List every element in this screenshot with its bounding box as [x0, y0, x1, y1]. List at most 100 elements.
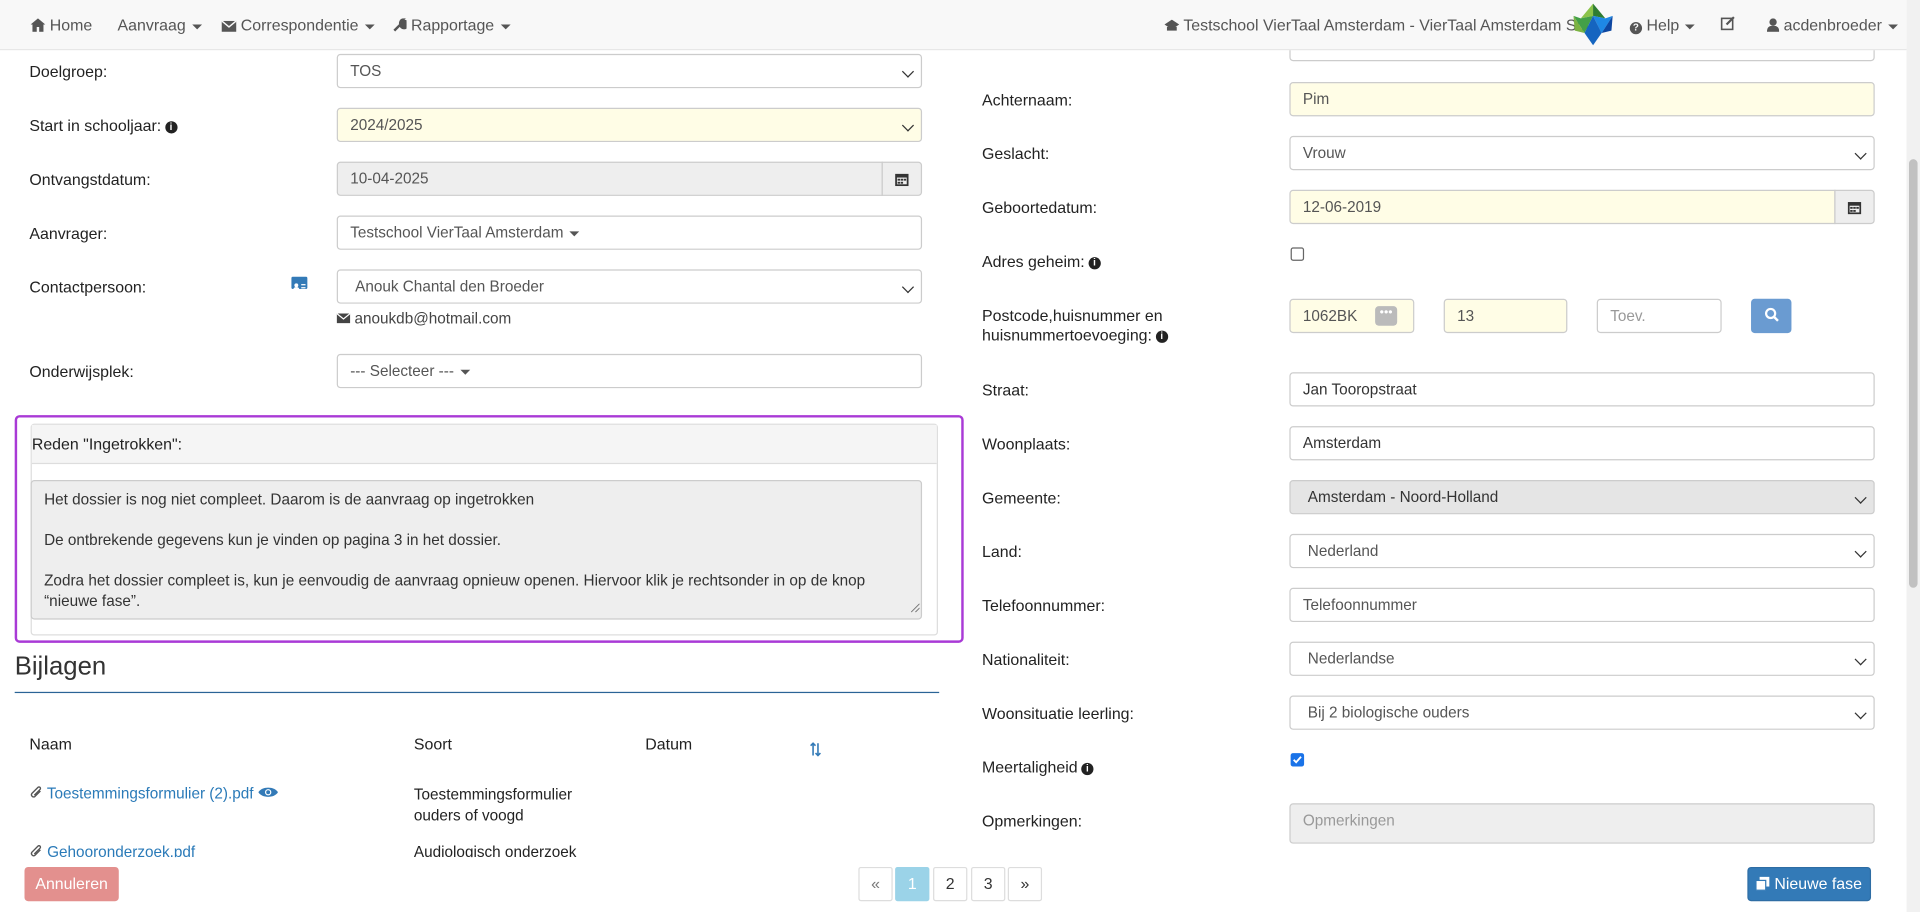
nationaliteit-label: Nationaliteit:	[982, 650, 1070, 669]
info-icon[interactable]: i	[1088, 256, 1101, 269]
school-icon	[1164, 1, 1180, 51]
resize-handle-icon[interactable]	[910, 597, 920, 617]
bijlagen-divider	[14, 691, 940, 694]
meertaligheid-label: Meertaligheid i	[982, 758, 1094, 776]
contact-card-icon[interactable]	[291, 276, 308, 291]
info-icon[interactable]: i	[1155, 330, 1168, 343]
caret-down-icon	[460, 369, 470, 375]
nav-school-selector[interactable]: Testschool VierTaal Amsterdam - VierTaal…	[1164, 0, 1589, 51]
telefoonnummer-input[interactable]: Telefoonnummer	[1289, 587, 1875, 623]
nav-rapportage-dropdown[interactable]: Rapportage	[393, 0, 511, 51]
nieuwe-fase-button[interactable]: Nieuwe fase	[1747, 866, 1872, 902]
top-navbar: Home Aanvraag Correspondentie Rapportage…	[0, 0, 1907, 51]
nationaliteit-select[interactable]: Nederlandse	[1289, 641, 1875, 676]
column-header-soort[interactable]: Soort	[414, 735, 452, 753]
attachment-link[interactable]: Toestemmingsformulier (2).pdf	[29, 785, 278, 803]
woonplaats-input[interactable]: Amsterdam	[1289, 426, 1875, 461]
sort-icon[interactable]	[809, 741, 821, 762]
toevoeging-input[interactable]: Toev.	[1596, 298, 1722, 334]
aanvrager-label: Aanvrager:	[29, 224, 108, 243]
info-icon[interactable]: i	[164, 120, 178, 133]
geboortedatum-label: Geboortedatum:	[982, 198, 1098, 217]
land-label: Land:	[982, 542, 1022, 561]
straat-label: Straat:	[982, 380, 1029, 400]
wrench-icon	[393, 1, 409, 51]
adres-geheim-label: Adres geheim: i	[982, 252, 1101, 271]
contact-email: anoukdb@hotmail.com	[336, 310, 511, 327]
calendar-icon	[895, 173, 909, 186]
copy-icon	[1755, 869, 1770, 901]
postcode-label: Postcode,huisnummer en huisnummertoevoegi…	[982, 306, 1168, 345]
onderwijsplek-label: Onderwijsplek:	[29, 362, 134, 381]
pagination-page-1[interactable]: 1	[895, 866, 930, 902]
column-header-datum[interactable]: Datum	[645, 735, 692, 753]
home-icon	[30, 1, 46, 32]
aanvrager-dropdown[interactable]: Testschool VierTaal Amsterdam	[336, 215, 923, 250]
organisation-logo	[1570, 1, 1617, 48]
pagination-next[interactable]: »	[1007, 866, 1043, 902]
geslacht-select[interactable]: Vrouw	[1289, 135, 1875, 171]
more-icon[interactable]: •••	[1375, 306, 1398, 326]
straat-input[interactable]: Jan Tooropstraat	[1289, 372, 1875, 407]
land-select[interactable]: Nederland	[1289, 533, 1875, 569]
achternaam-label: Achternaam:	[982, 90, 1073, 109]
calendar-icon	[1847, 201, 1862, 214]
bijlagen-heading: Bijlagen	[14, 652, 107, 681]
annuleren-button[interactable]: Annuleren	[24, 866, 119, 902]
ontvangstdatum-label: Ontvangstdatum:	[29, 170, 151, 189]
gemeente-select[interactable]: Amsterdam - Noord-Holland	[1289, 480, 1875, 515]
envelope-icon	[221, 1, 237, 51]
checkmark-icon	[1293, 756, 1302, 764]
nav-help-dropdown[interactable]: ? Help	[1629, 0, 1696, 50]
page-scrollbar-thumb[interactable]	[1908, 159, 1918, 588]
ontvangstdatum-calendar-button[interactable]	[881, 161, 923, 196]
huisnummer-input[interactable]: 13	[1443, 298, 1568, 334]
address-search-button[interactable]	[1751, 298, 1792, 334]
info-icon[interactable]: i	[1081, 762, 1094, 775]
doelgroep-label: Doelgroep:	[29, 62, 108, 81]
start-schooljaar-label: Start in schooljaar: i	[29, 116, 178, 135]
woonsituatie-label: Woonsituatie leerling:	[982, 704, 1134, 723]
geslacht-label: Geslacht:	[982, 144, 1050, 163]
envelope-icon	[336, 310, 351, 327]
nav-correspondentie-dropdown[interactable]: Correspondentie	[221, 0, 375, 51]
ontvangstdatum-input[interactable]: 10-04-2025	[336, 161, 883, 196]
caret-down-icon	[569, 231, 580, 236]
question-circle-icon: ?	[1629, 22, 1643, 35]
geboortedatum-input[interactable]: 12-06-2019	[1289, 189, 1836, 225]
attachment-soort: Toestemmingsformulier ouders of voogd	[413, 786, 573, 825]
nav-home[interactable]: Home	[30, 0, 92, 50]
geboortedatum-calendar-button[interactable]	[1834, 189, 1875, 225]
column-header-naam[interactable]: Naam	[29, 735, 71, 753]
pagination-prev[interactable]: «	[858, 866, 893, 902]
contactpersoon-select[interactable]: Anouk Chantal den Broeder	[336, 269, 923, 304]
onderwijsplek-dropdown[interactable]: --- Selecteer ---	[336, 353, 923, 389]
nav-aanvraag-dropdown[interactable]: Aanvraag	[118, 0, 202, 50]
chevron-down-icon	[901, 65, 915, 78]
start-schooljaar-select[interactable]: 2024/2025	[336, 107, 923, 143]
user-icon	[1766, 1, 1780, 51]
contactpersoon-label: Contactpersoon:	[29, 277, 147, 297]
reden-panel-header: Reden "Ingetrokken":	[31, 424, 937, 465]
doelgroep-select[interactable]: TOS	[336, 53, 923, 89]
chevron-down-icon	[901, 281, 915, 294]
pagination-page-2[interactable]: 2	[933, 866, 968, 902]
adres-geheim-checkbox[interactable]	[1290, 247, 1305, 261]
gemeente-label: Gemeente:	[982, 488, 1061, 507]
postcode-input[interactable]: 1062BK •••	[1289, 298, 1415, 334]
reden-textarea[interactable]: Het dossier is nog niet compleet. Daarom…	[30, 480, 923, 620]
opmerkingen-label: Opmerkingen:	[982, 811, 1083, 831]
chevron-down-icon	[1854, 707, 1867, 720]
opmerkingen-textarea[interactable]: Opmerkingen	[1289, 803, 1875, 844]
meertaligheid-checkbox[interactable]	[1290, 753, 1305, 767]
woonsituatie-select[interactable]: Bij 2 biologische ouders	[1289, 695, 1875, 730]
edit-icon	[1720, 0, 1735, 50]
eye-icon[interactable]	[257, 785, 278, 802]
woonplaats-label: Woonplaats:	[982, 434, 1071, 454]
nav-user-dropdown[interactable]: acdenbroeder	[1766, 0, 1898, 51]
pagination-page-3[interactable]: 3	[971, 866, 1006, 902]
edit-button[interactable]	[1720, 0, 1735, 50]
caret-down-icon	[500, 23, 511, 29]
achternaam-input[interactable]: Pim	[1289, 82, 1875, 117]
chevron-down-icon	[1854, 545, 1867, 558]
